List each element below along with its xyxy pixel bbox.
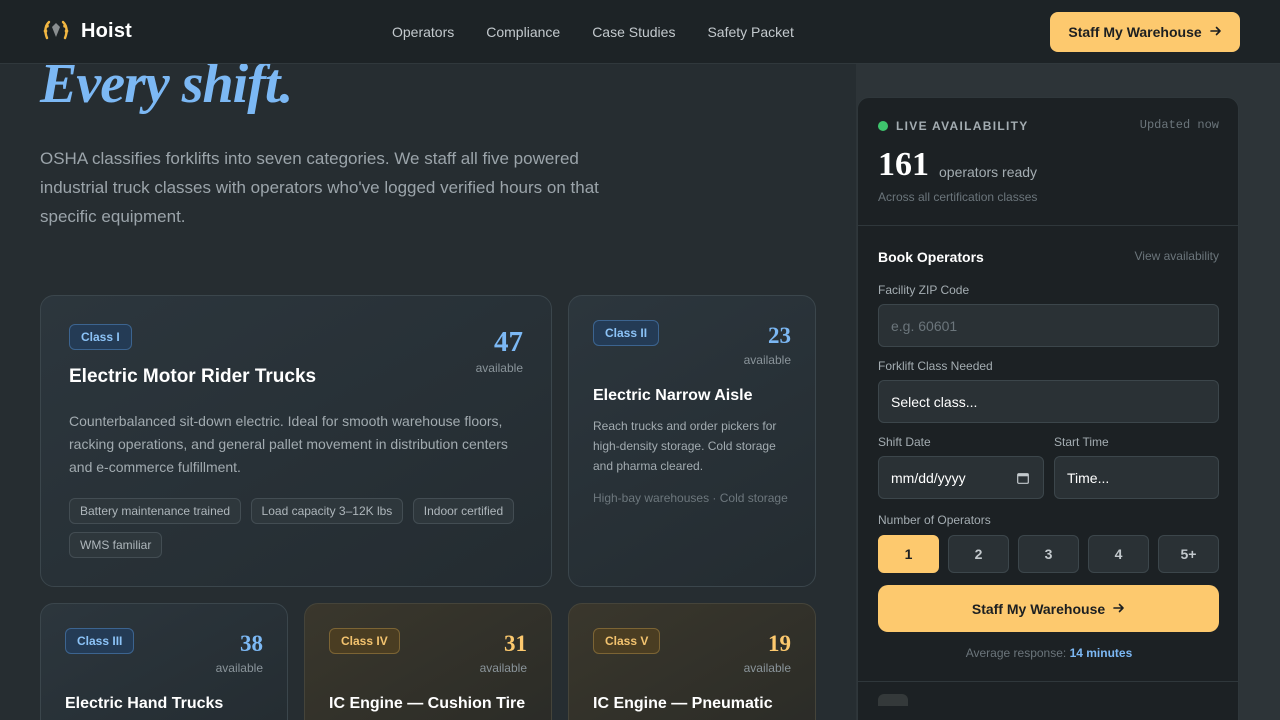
forklift-class-value: Select class... (891, 393, 978, 410)
class-badge: Class I (69, 324, 132, 350)
brand-name: Hoist (81, 19, 132, 42)
next-section-icon (878, 694, 908, 706)
operator-count-option-4[interactable]: 4 (1088, 535, 1149, 573)
class-card-ii[interactable]: Class II 23 available Electric Narrow Ai… (568, 295, 816, 587)
feature-chip: Battery maintenance trained (69, 498, 242, 524)
available-label: available (743, 661, 791, 675)
book-operators-heading: Book Operators (878, 249, 984, 265)
class-card-iv[interactable]: Class IV 31 available IC Engine — Cushio… (304, 603, 552, 720)
start-time-label: Start Time (1054, 435, 1109, 449)
nav-link-compliance[interactable]: Compliance (486, 24, 560, 40)
card-title: Electric Hand Trucks (65, 695, 224, 712)
class-badge: Class III (65, 628, 135, 654)
zip-code-input[interactable] (878, 304, 1219, 347)
submit-label: Staff My Warehouse (971, 600, 1106, 617)
available-count: 31 (504, 631, 527, 656)
feature-chips: Battery maintenance trained Load capacit… (69, 498, 529, 566)
nav-link-safety-packet[interactable]: Safety Packet (707, 24, 793, 40)
feature-chip: Load capacity 3–12K lbs (250, 498, 404, 524)
class-badge: Class II (593, 320, 660, 346)
hero-title: Every shift. (40, 53, 293, 115)
panel-divider (858, 225, 1238, 226)
operator-count-option-1[interactable]: 1 (878, 535, 939, 573)
start-time-select[interactable]: Time... (1054, 456, 1219, 499)
feature-chip: Indoor certified (412, 498, 515, 524)
available-count: 19 (768, 631, 791, 656)
forklift-class-select[interactable]: Select class... (878, 380, 1219, 423)
average-response-label: Average response: (965, 646, 1067, 660)
panel-divider (858, 681, 1238, 682)
card-title: Electric Narrow Aisle (593, 387, 753, 404)
operators-ready-count: 161 (878, 146, 929, 183)
booking-panel: LIVE AVAILABILITY Updated now 161 operat… (857, 97, 1239, 720)
available-count: 23 (768, 323, 791, 348)
number-of-operators-label: Number of Operators (878, 513, 991, 527)
card-description: Counterbalanced sit-down electric. Ideal… (69, 413, 508, 475)
card-title: IC Engine — Pneumatic (593, 695, 773, 712)
average-response-value: 14 minutes (1069, 646, 1133, 660)
nav-cta-label: Staff My Warehouse (1068, 24, 1202, 40)
operator-count-option-5-plus[interactable]: 5+ (1158, 535, 1219, 573)
calendar-icon[interactable] (1017, 471, 1029, 484)
shift-date-input[interactable]: mm/dd/yyyy (878, 456, 1044, 499)
card-title: IC Engine — Cushion Tire (329, 695, 526, 712)
feature-chip: WMS familiar (69, 532, 163, 558)
staff-warehouse-submit-button[interactable]: Staff My Warehouse (878, 585, 1219, 632)
available-label: available (479, 661, 527, 675)
card-title: Electric Motor Rider Trucks (69, 366, 317, 387)
class-badge: Class IV (329, 628, 400, 654)
nav-link-case-studies[interactable]: Case Studies (592, 24, 675, 40)
operators-ready-label: operators ready (939, 164, 1038, 180)
operator-count-option-2[interactable]: 2 (948, 535, 1009, 573)
average-response: Average response: 14 minutes (858, 646, 1238, 660)
top-nav: Hoist Operators Compliance Case Studies … (0, 0, 1280, 64)
available-label: available (475, 361, 523, 375)
shift-date-value: mm/dd/yyyy (891, 469, 966, 486)
start-time-value: Time... (1067, 469, 1110, 486)
class-card-v[interactable]: Class V 19 available IC Engine — Pneumat… (568, 603, 816, 720)
class-card-i[interactable]: Class I 47 available Electric Motor Ride… (40, 295, 552, 587)
arrow-right-icon (1113, 601, 1125, 617)
available-count: 38 (240, 631, 263, 656)
hero-subtitle: OSHA classifies forklifts into seven cat… (40, 149, 599, 226)
zip-label: Facility ZIP Code (878, 283, 970, 297)
operator-count-option-3[interactable]: 3 (1018, 535, 1079, 573)
nav-link-operators[interactable]: Operators (392, 24, 454, 40)
available-label: available (215, 661, 263, 675)
available-label: available (743, 353, 791, 367)
live-status-dot-icon (878, 121, 888, 131)
card-description: Reach trucks and order pickers for high-… (593, 419, 777, 473)
available-count: 47 (494, 326, 523, 358)
updated-timestamp: Updated now (1139, 118, 1219, 132)
certification-note: Across all certification classes (878, 190, 1038, 204)
card-footnote: High-bay warehouses · Cold storage (593, 491, 788, 505)
nav-links: Operators Compliance Case Studies Safety… (392, 24, 794, 40)
brand[interactable]: Hoist (40, 18, 132, 44)
live-availability-label: LIVE AVAILABILITY (896, 119, 1029, 133)
arrow-right-icon (1209, 24, 1222, 40)
view-availability-link[interactable]: View availability (1135, 249, 1220, 263)
staff-warehouse-nav-button[interactable]: Staff My Warehouse (1050, 12, 1240, 52)
laurel-logo-icon (40, 18, 72, 44)
shift-date-label: Shift Date (878, 435, 931, 449)
class-card-iii[interactable]: Class III 38 available Electric Hand Tru… (40, 603, 288, 720)
class-badge: Class V (593, 628, 661, 654)
class-label: Forklift Class Needed (878, 359, 993, 373)
